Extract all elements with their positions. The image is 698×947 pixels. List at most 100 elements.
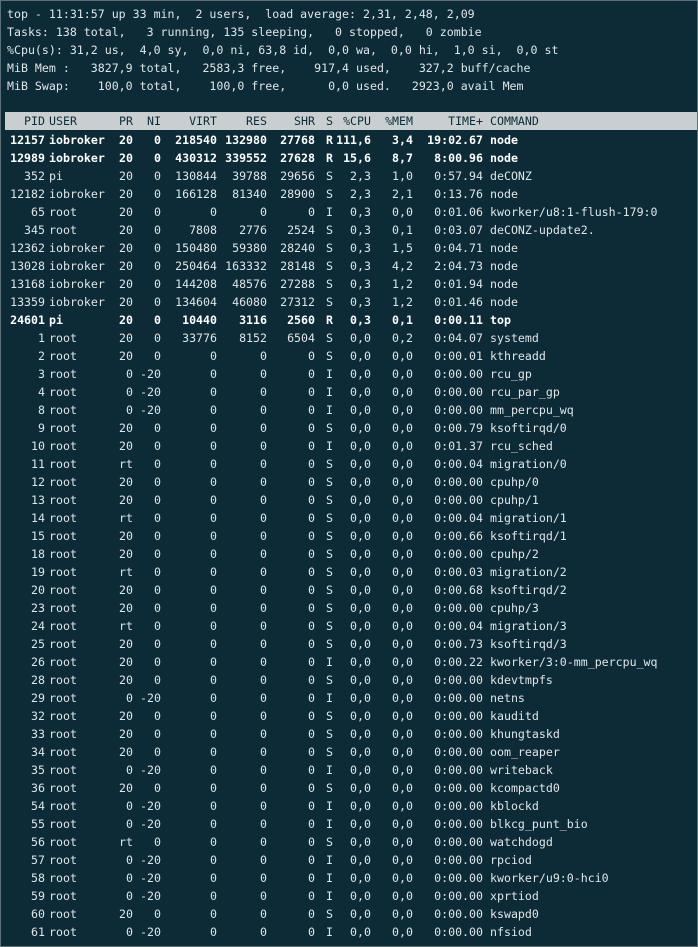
cell-command: blkcg_punt_bio	[490, 817, 588, 831]
cell-time: 0:00.00	[434, 709, 483, 723]
cell-state: I	[326, 817, 333, 831]
cell-cpu: 0,3	[350, 223, 371, 237]
column-header-bar: PID USER PR NI VIRT RES SHR S %CPU %MEM …	[5, 112, 697, 130]
cell-cpu: 0,0	[350, 655, 371, 669]
cell-res: 0	[260, 475, 267, 489]
cell-pr: 20	[119, 673, 133, 687]
cell-pid: 25	[31, 637, 45, 651]
cell-shr: 0	[308, 529, 315, 543]
cell-command: migration/2	[490, 565, 567, 579]
cell-virt: 7808	[189, 223, 217, 237]
cell-shr: 2524	[287, 223, 315, 237]
cell-time: 0:00.01	[434, 349, 483, 363]
tasks-line: Tasks: 138 total, 3 running, 135 sleepin…	[7, 25, 482, 39]
cell-shr: 0	[308, 889, 315, 903]
cell-user: root	[49, 547, 77, 561]
cell-state: S	[326, 835, 333, 849]
cell-user: iobroker	[49, 241, 105, 255]
cell-virt: 0	[210, 475, 217, 489]
cell-command: node	[490, 133, 518, 147]
cell-res: 0	[260, 457, 267, 471]
cell-ni: 0	[154, 673, 161, 687]
cell-user: iobroker	[49, 295, 105, 309]
cpu-line: %Cpu(s): 31,2 us, 4,0 sy, 0,0 ni, 63,8 i…	[7, 43, 559, 57]
cell-ni: 0	[154, 511, 161, 525]
cell-cpu: 0,0	[350, 745, 371, 759]
cell-virt: 0	[210, 439, 217, 453]
cell-ni: -20	[140, 817, 161, 831]
cell-ni: -20	[140, 853, 161, 867]
cell-virt: 0	[210, 511, 217, 525]
cell-shr: 0	[308, 439, 315, 453]
cell-mem: 0,0	[392, 205, 413, 219]
cell-cpu: 0,0	[350, 925, 371, 939]
cell-res: 0	[260, 871, 267, 885]
cell-pr: 20	[119, 349, 133, 363]
cell-pid: 12157	[10, 133, 45, 147]
cell-pid: 18	[31, 547, 45, 561]
cell-res: 0	[260, 583, 267, 597]
process-row: 8 root 0 -20 0 0 0 I 0,0 0,0 0:00.00 mm_percpu_wq	[1, 401, 697, 419]
cell-pr: 20	[119, 421, 133, 435]
cell-mem: 0,0	[392, 601, 413, 615]
cell-virt: 0	[210, 205, 217, 219]
cell-shr: 0	[308, 403, 315, 417]
cell-virt: 130844	[175, 169, 217, 183]
cell-pr: 20	[119, 439, 133, 453]
cell-mem: 0,0	[392, 493, 413, 507]
cell-virt: 33776	[182, 331, 217, 345]
cell-pr: 20	[119, 493, 133, 507]
cell-ni: 0	[154, 313, 161, 327]
mem-line: MiB Mem : 3827,9 total, 2583,3 free, 917…	[7, 61, 531, 75]
cell-res: 8152	[239, 331, 267, 345]
cell-res: 0	[260, 763, 267, 777]
cell-user: pi	[49, 169, 63, 183]
cell-res: 0	[260, 709, 267, 723]
cell-command: rcu_gp	[490, 367, 532, 381]
cell-state: I	[326, 403, 333, 417]
cell-virt: 0	[210, 835, 217, 849]
cell-shr: 0	[308, 349, 315, 363]
cell-cpu: 0,0	[350, 817, 371, 831]
terminal-window[interactable]: top - 11:31:57 up 33 min, 2 users, load …	[0, 0, 698, 947]
cell-shr: 0	[308, 817, 315, 831]
cell-pid: 20	[31, 583, 45, 597]
cell-cpu: 0,0	[350, 781, 371, 795]
cell-command: deCONZ-update2.	[490, 223, 595, 237]
process-row: 57 root 0 -20 0 0 0 I 0,0 0,0 0:00.00 rpciod	[1, 851, 697, 869]
col-cpu: %CPU	[343, 114, 371, 128]
cell-shr: 0	[308, 619, 315, 633]
cell-ni: 0	[154, 223, 161, 237]
cell-mem: 0,0	[392, 709, 413, 723]
cell-ni: 0	[154, 295, 161, 309]
cell-mem: 0,0	[392, 871, 413, 885]
cell-user: root	[49, 655, 77, 669]
process-row: 3 root 0 -20 0 0 0 I 0,0 0,0 0:00.00 rcu_gp	[1, 365, 697, 383]
cell-cpu: 0,0	[350, 709, 371, 723]
cell-ni: 0	[154, 493, 161, 507]
cell-ni: 0	[154, 349, 161, 363]
cell-user: iobroker	[49, 277, 105, 291]
cell-cpu: 0,0	[350, 511, 371, 525]
cell-cpu: 0,0	[350, 853, 371, 867]
cell-ni: -20	[140, 799, 161, 813]
cell-user: root	[49, 745, 77, 759]
cell-res: 0	[260, 421, 267, 435]
cell-res: 2776	[239, 223, 267, 237]
col-ni: NI	[147, 114, 161, 128]
process-row: 56 root rt 0 0 0 0 S 0,0 0,0 0:00.00 watchdogd	[1, 833, 697, 851]
col-pr: PR	[119, 114, 133, 128]
process-row: 28 root 20 0 0 0 0 S 0,0 0,0 0:00.00 kdevtmpfs	[1, 671, 697, 689]
process-row: 23 root 20 0 0 0 0 S 0,0 0,0 0:00.00 cpuhp/3	[1, 599, 697, 617]
cell-command: xprtiod	[490, 889, 539, 903]
cell-command: ksoftirqd/2	[490, 583, 567, 597]
cell-cpu: 0,0	[350, 601, 371, 615]
cell-state: S	[326, 331, 333, 345]
cell-res: 0	[260, 781, 267, 795]
cell-pid: 15	[31, 529, 45, 543]
cell-ni: 0	[154, 547, 161, 561]
swap-line: MiB Swap: 100,0 total, 100,0 free, 0,0 u…	[7, 79, 524, 93]
cell-time: 0:00.11	[434, 313, 483, 327]
cell-res: 81340	[232, 187, 267, 201]
cell-shr: 0	[308, 781, 315, 795]
